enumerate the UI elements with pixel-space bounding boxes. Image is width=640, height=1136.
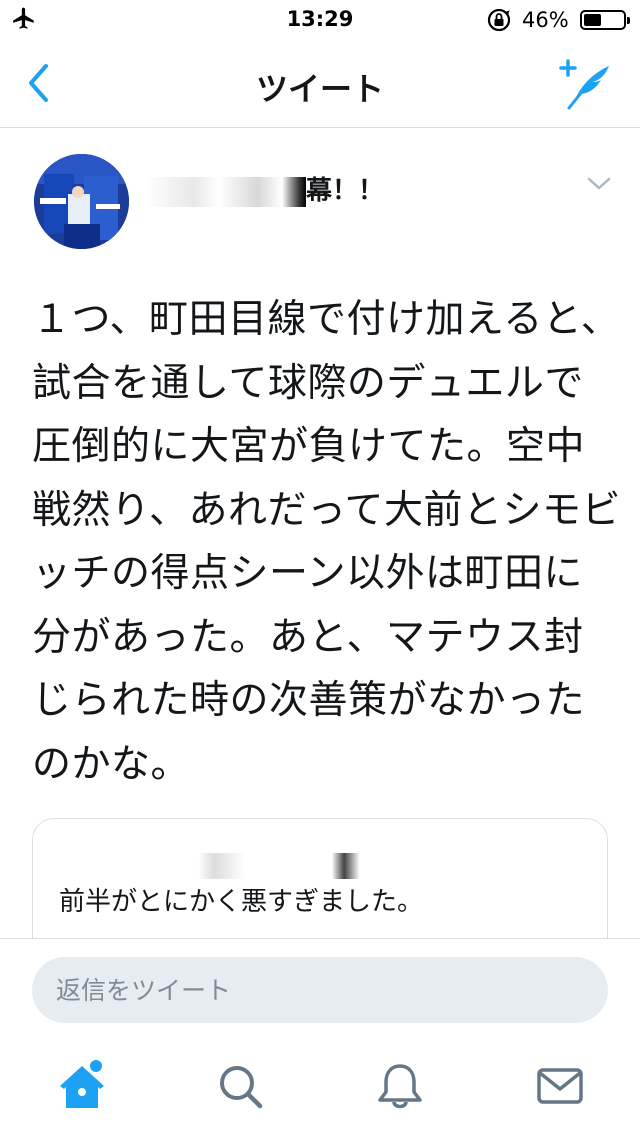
reply-bar <box>0 938 640 1038</box>
search-icon <box>220 1066 263 1109</box>
home-icon <box>60 1060 104 1108</box>
compose-tweet-button[interactable] <box>555 58 615 110</box>
battery-icon <box>580 10 630 30</box>
tweet-text: １つ、町田目線で付け加えると、試合を通して球際のデュエルで圧倒的に大宮が負けてた… <box>32 297 621 787</box>
battery-percent: 46% <box>522 8 569 32</box>
author-name[interactable]: 幕！！ <box>146 170 384 207</box>
redacted-name <box>146 176 306 207</box>
page-title: ツイート <box>255 70 384 108</box>
mail-icon <box>537 1068 583 1104</box>
quoted-tweet-text: 前半がとにかく悪すぎました。 <box>59 887 424 917</box>
battery-nub <box>627 17 630 24</box>
tab-notifications[interactable] <box>370 1056 430 1116</box>
tab-bar <box>0 1040 640 1136</box>
tab-search[interactable] <box>210 1056 270 1116</box>
orientation-lock-icon <box>486 7 512 38</box>
tab-home[interactable] <box>52 1056 112 1116</box>
quoted-tweet-author-redacted <box>59 853 369 879</box>
tweet-header: 幕！！ <box>0 130 640 250</box>
author-name-visible: 幕！！ <box>306 176 385 206</box>
avatar-image <box>34 154 129 249</box>
tweet-options-button[interactable] <box>586 176 612 192</box>
status-bar: 13:29 46% <box>0 0 640 40</box>
nav-bar: ツイート <box>0 40 640 128</box>
chevron-down-icon <box>587 177 611 190</box>
battery-level <box>584 14 601 26</box>
bell-icon <box>378 1064 422 1109</box>
avatar[interactable] <box>34 154 129 249</box>
reply-input[interactable] <box>32 957 608 1023</box>
compose-tweet-icon <box>559 59 609 110</box>
tab-messages[interactable] <box>530 1056 590 1116</box>
